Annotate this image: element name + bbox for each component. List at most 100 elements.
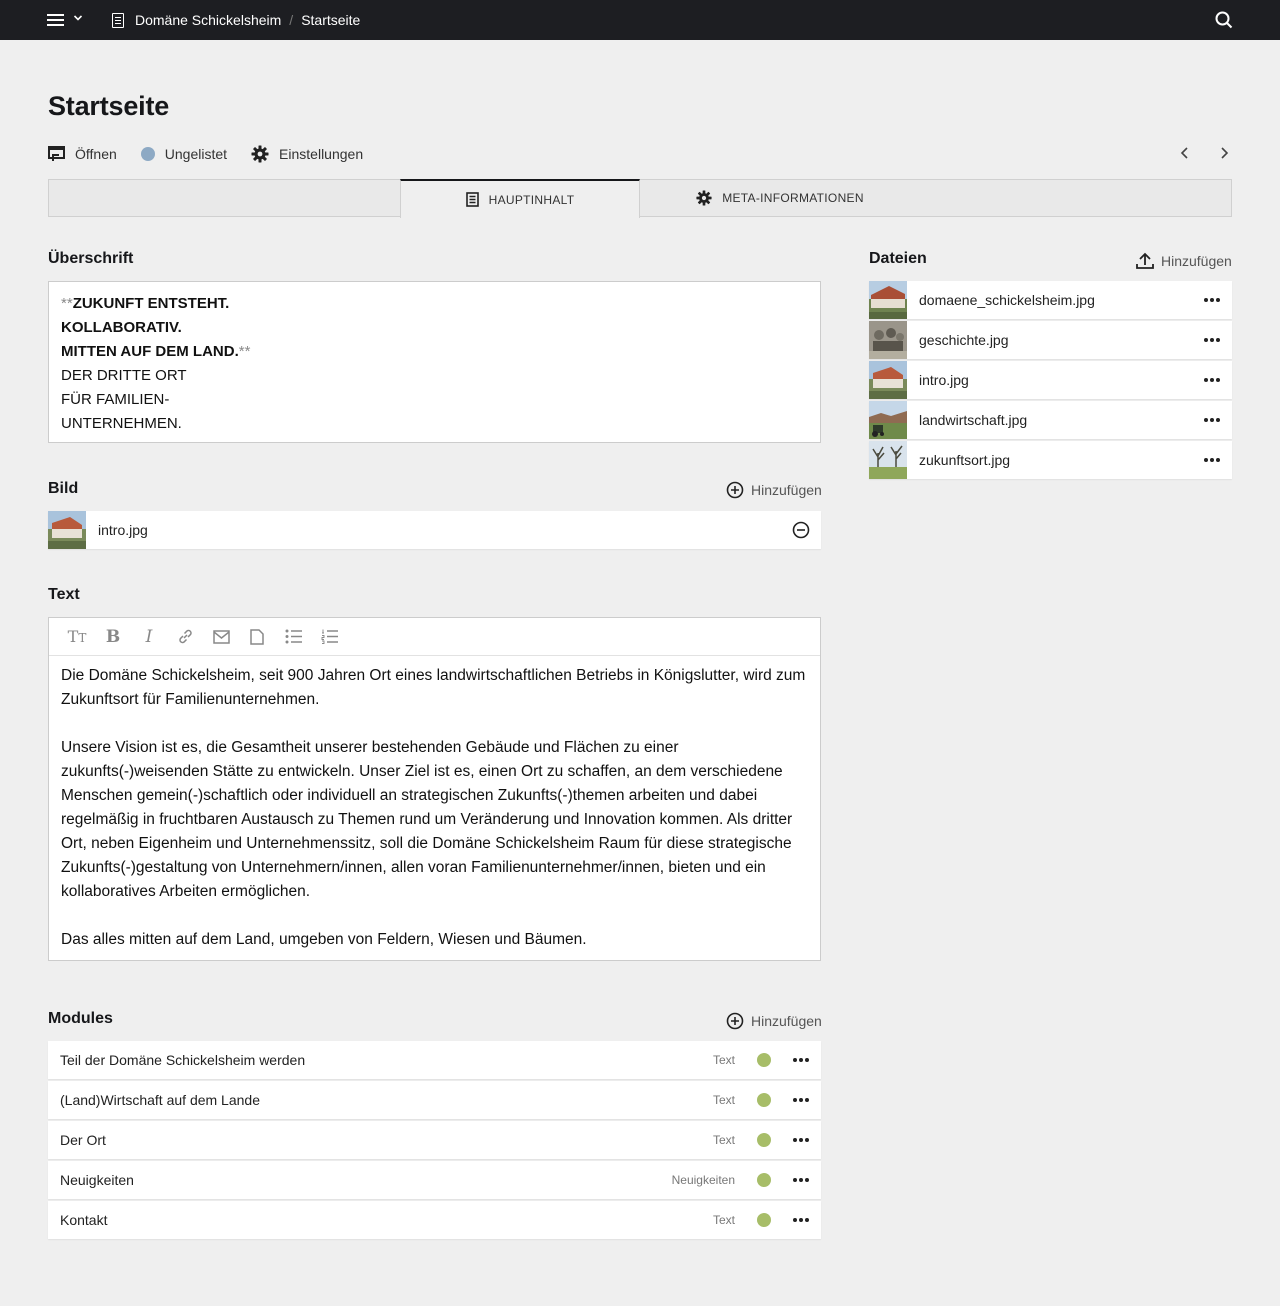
link-button[interactable] xyxy=(167,622,203,652)
gear-icon xyxy=(696,190,712,206)
module-row[interactable]: Kontakt Text xyxy=(48,1201,821,1239)
more-button[interactable] xyxy=(1192,401,1232,439)
text-paragraph: Das alles mitten auf dem Land, umgeben v… xyxy=(61,931,587,948)
file-thumbnail xyxy=(869,401,907,439)
file-name: domaene_schickelsheim.jpg xyxy=(919,292,1095,308)
file-button[interactable] xyxy=(239,622,275,652)
image-item[interactable]: intro.jpg xyxy=(48,511,821,549)
more-button[interactable] xyxy=(1192,281,1232,319)
file-thumbnail xyxy=(869,361,907,399)
breadcrumb-site[interactable]: Domäne Schickelsheim xyxy=(112,12,281,28)
status-dot-icon[interactable] xyxy=(757,1173,771,1187)
italic-button[interactable]: I xyxy=(131,622,167,652)
more-button[interactable] xyxy=(1192,321,1232,359)
status-dot-icon[interactable] xyxy=(757,1053,771,1067)
heading-line: DER DRITTE ORT xyxy=(61,367,187,384)
top-bar: Domäne Schickelsheim / Startseite xyxy=(0,0,1280,40)
tab-main-content[interactable]: HAUPTINHALT xyxy=(400,179,640,218)
file-item[interactable]: zukunftsort.jpg xyxy=(869,441,1232,479)
image-file-name: intro.jpg xyxy=(98,522,148,538)
more-button[interactable] xyxy=(1192,361,1232,399)
menu-button[interactable] xyxy=(47,11,87,29)
module-row[interactable]: Teil der Domäne Schickelsheim werden Tex… xyxy=(48,1041,821,1079)
file-name: intro.jpg xyxy=(919,372,969,388)
tab-meta-information[interactable]: META-INFORMATIONEN xyxy=(680,179,880,217)
remove-image-button[interactable] xyxy=(781,511,821,549)
more-icon xyxy=(1203,378,1221,382)
bold-icon: B xyxy=(105,626,121,647)
search-icon[interactable] xyxy=(1215,11,1233,29)
tab-main-label: HAUPTINHALT xyxy=(488,192,575,207)
chevron-left-icon[interactable] xyxy=(1177,145,1193,161)
image-add-button[interactable]: Hinzufügen xyxy=(726,481,822,499)
modules-add-button[interactable]: Hinzufügen xyxy=(726,1012,822,1030)
heading-line: MITTEN AUF DEM LAND. xyxy=(61,343,239,360)
bullet-list-button[interactable] xyxy=(275,622,311,652)
more-icon xyxy=(1203,458,1221,462)
bold-button[interactable]: B xyxy=(95,622,131,652)
file-item[interactable]: geschichte.jpg xyxy=(869,321,1232,359)
module-type: Text xyxy=(712,1053,735,1067)
heading-format-button[interactable]: TT xyxy=(59,622,95,652)
file-item[interactable]: intro.jpg xyxy=(869,361,1232,399)
text-field-label: Text xyxy=(48,586,80,603)
status-dot-icon[interactable] xyxy=(757,1093,771,1107)
breadcrumb: Domäne Schickelsheim / Startseite xyxy=(112,0,360,40)
file-item[interactable]: domaene_schickelsheim.jpg xyxy=(869,281,1232,319)
status-button[interactable]: Ungelistet xyxy=(140,146,227,162)
modules-add-label: Hinzufügen xyxy=(751,1013,822,1029)
add-circle-icon xyxy=(726,1012,744,1030)
more-button[interactable] xyxy=(781,1121,821,1159)
more-button[interactable] xyxy=(781,1081,821,1119)
text-editor[interactable]: TT B I Die Domäne Schickelsheim, seit 90… xyxy=(48,617,821,961)
breadcrumb-site-label: Domäne Schickelsheim xyxy=(135,12,282,28)
module-row[interactable]: Neuigkeiten Neuigkeiten xyxy=(48,1161,821,1199)
status-dot-icon[interactable] xyxy=(757,1213,771,1227)
module-type: Text xyxy=(712,1213,735,1227)
email-button[interactable] xyxy=(203,622,239,652)
file-thumbnail xyxy=(869,321,907,359)
heading-line: FÜR FAMILIEN- xyxy=(61,391,170,408)
more-button[interactable] xyxy=(781,1161,821,1199)
settings-button[interactable]: Einstellungen xyxy=(251,145,363,163)
module-title: (Land)Wirtschaft auf dem Lande xyxy=(60,1092,260,1108)
more-button[interactable] xyxy=(781,1201,821,1239)
chevron-down-icon xyxy=(74,15,82,21)
editor-content[interactable]: Die Domäne Schickelsheim, seit 900 Jahre… xyxy=(49,656,820,984)
upload-icon xyxy=(1136,252,1154,269)
file-name: zukunftsort.jpg xyxy=(919,452,1011,468)
file-name: landwirtschaft.jpg xyxy=(919,412,1028,428)
heading-field-input[interactable]: **ZUKUNFT ENTSTEHT. KOLLABORATIV. MITTEN… xyxy=(48,281,821,443)
open-button[interactable]: Öffnen xyxy=(48,146,117,162)
italic-icon: I xyxy=(145,626,153,647)
text-paragraph: Unsere Vision ist es, die Gesamtheit uns… xyxy=(61,739,793,900)
image-thumbnail xyxy=(48,511,86,549)
breadcrumb-separator: / xyxy=(289,12,294,28)
heading-line: KOLLABORATIV. xyxy=(61,319,182,336)
more-button[interactable] xyxy=(1192,441,1232,479)
heading-line: UNTERNEHMEN. xyxy=(61,415,182,432)
email-icon xyxy=(212,629,230,644)
more-icon xyxy=(1203,418,1221,422)
markup-marker: ** xyxy=(61,295,73,312)
more-button[interactable] xyxy=(781,1041,821,1079)
gear-icon xyxy=(251,145,269,163)
module-row[interactable]: Der Ort Text xyxy=(48,1121,821,1159)
status-dot-icon[interactable] xyxy=(757,1133,771,1147)
files-add-button[interactable]: Hinzufügen xyxy=(1136,252,1232,269)
module-title: Teil der Domäne Schickelsheim werden xyxy=(60,1052,306,1068)
settings-label: Einstellungen xyxy=(279,146,364,162)
open-icon xyxy=(48,146,65,162)
numbered-list-button[interactable] xyxy=(311,622,347,652)
file-item[interactable]: landwirtschaft.jpg xyxy=(869,401,1232,439)
heading-field-label: Überschrift xyxy=(48,250,134,267)
menu-icon xyxy=(47,13,64,27)
file-thumbnail xyxy=(869,281,907,319)
breadcrumb-page[interactable]: Startseite xyxy=(301,12,360,28)
files-add-label: Hinzufügen xyxy=(1161,252,1232,269)
chevron-right-icon[interactable] xyxy=(1216,145,1232,161)
module-row[interactable]: (Land)Wirtschaft auf dem Lande Text xyxy=(48,1081,821,1119)
more-icon xyxy=(1203,338,1221,342)
tab-meta-label: META-INFORMATIONEN xyxy=(722,191,864,205)
image-add-label: Hinzufügen xyxy=(751,482,822,498)
